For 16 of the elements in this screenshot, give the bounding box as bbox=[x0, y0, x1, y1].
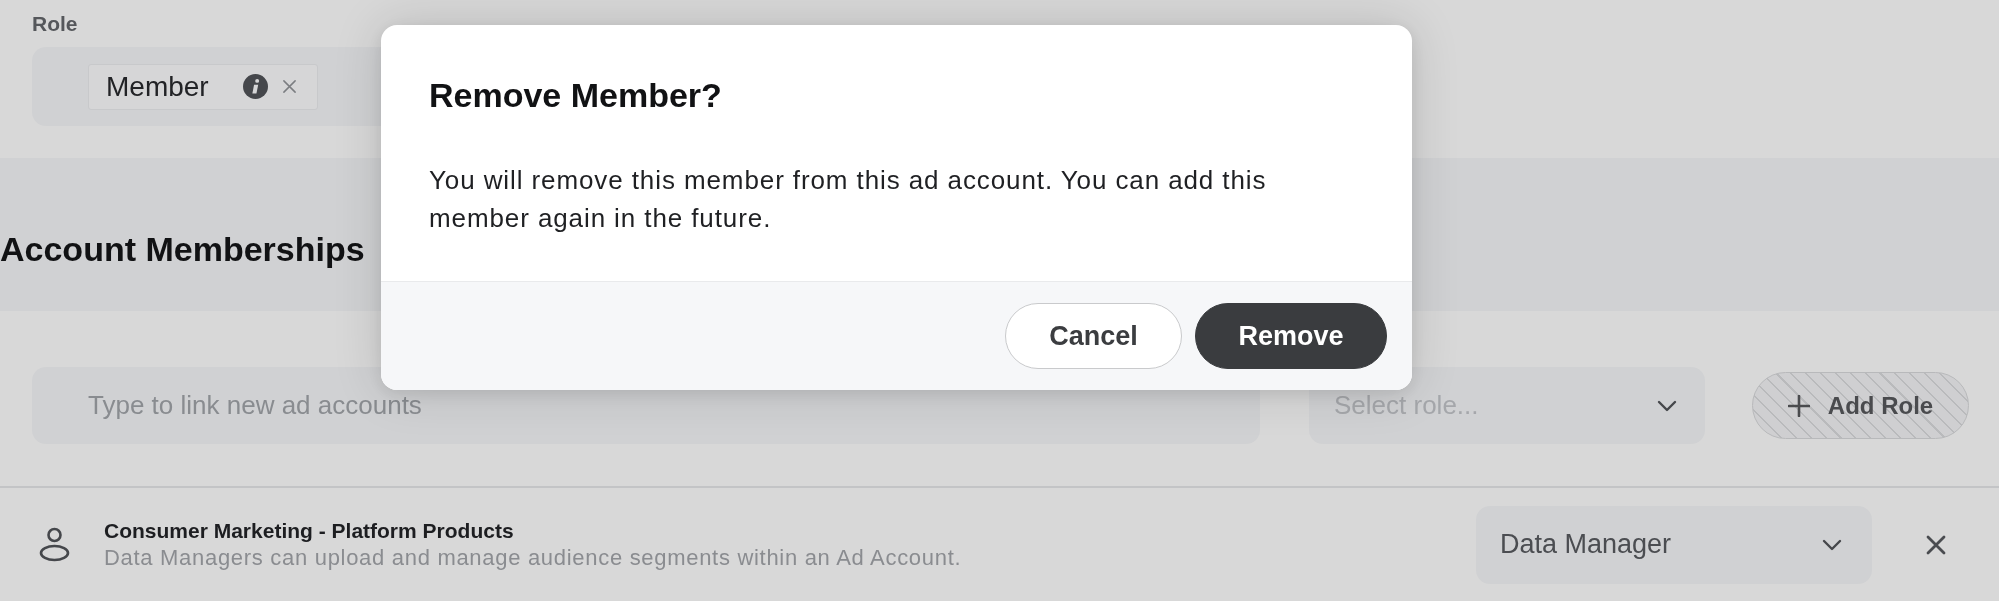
plus-icon bbox=[1787, 394, 1810, 417]
dialog-message: You will remove this member from this ad account. You can add this member again in the future. bbox=[429, 164, 1268, 235]
close-icon[interactable] bbox=[1926, 534, 1946, 555]
cancel-button[interactable]: Cancel bbox=[1005, 303, 1182, 369]
chevron-icon bbox=[1657, 399, 1677, 412]
close-icon[interactable] bbox=[281, 79, 297, 94]
role-label: Role bbox=[32, 12, 78, 36]
chip-label: Member bbox=[106, 70, 209, 103]
person-icon bbox=[39, 527, 70, 562]
role-description: Data Managers can upload and manage audience segments within an Ad Account. bbox=[104, 543, 962, 572]
account-name: Consumer Marketing - Platform Products bbox=[104, 517, 514, 544]
info-icon[interactable] bbox=[242, 74, 268, 99]
section-title: Account Memberships bbox=[0, 229, 365, 269]
remove-button[interactable]: Remove bbox=[1195, 303, 1387, 369]
role-dropdown[interactable]: Data Manager bbox=[1476, 505, 1872, 584]
chevron-icon bbox=[1822, 538, 1842, 551]
